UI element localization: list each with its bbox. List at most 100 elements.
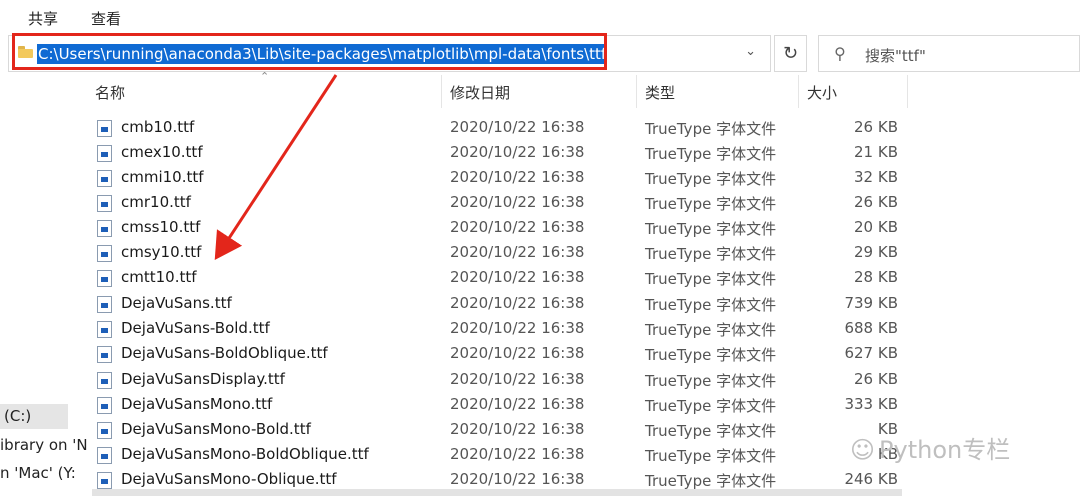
column-header-size[interactable]: 大小 <box>807 82 837 103</box>
file-row[interactable]: cmr10.ttf 2020/10/22 16:38 TrueType 字体文件… <box>93 190 913 215</box>
file-row[interactable]: cmsy10.ttf 2020/10/22 16:38 TrueType 字体文… <box>93 240 913 265</box>
search-input[interactable]: ⚲ 搜索"ttf" <box>818 35 1080 72</box>
font-file-icon <box>97 397 112 414</box>
file-type: TrueType 字体文件 <box>645 321 777 339</box>
font-file-icon <box>97 447 112 464</box>
column-separator[interactable] <box>441 75 442 108</box>
file-date: 2020/10/22 16:38 <box>450 143 585 161</box>
file-name: DejaVuSansMono.ttf <box>121 395 273 413</box>
file-row[interactable]: DejaVuSansMono.ttf 2020/10/22 16:38 True… <box>93 392 913 417</box>
file-name: DejaVuSansMono-Oblique.ttf <box>121 470 337 488</box>
file-name: cmsy10.ttf <box>121 243 202 261</box>
ribbon-tab-share[interactable]: 共享 <box>28 8 58 29</box>
refresh-button[interactable]: ↻ <box>774 35 807 72</box>
font-file-icon <box>97 422 112 439</box>
chevron-down-icon[interactable]: ⌄ <box>745 44 756 59</box>
file-row[interactable]: cmtt10.ttf 2020/10/22 16:38 TrueType 字体文… <box>93 265 913 290</box>
refresh-icon: ↻ <box>782 43 799 64</box>
column-header-date[interactable]: 修改日期 <box>450 82 510 103</box>
file-date: 2020/10/22 16:38 <box>450 420 585 438</box>
address-path[interactable]: C:\Users\running\anaconda3\Lib\site-pack… <box>37 44 608 64</box>
file-type: TrueType 字体文件 <box>645 245 777 263</box>
file-name: DejaVuSansMono-BoldOblique.ttf <box>121 445 369 463</box>
file-date: 2020/10/22 16:38 <box>450 319 585 337</box>
watermark-text: Python专栏 <box>879 436 1011 464</box>
ribbon-tab-view[interactable]: 查看 <box>91 8 121 29</box>
file-size: 21 KB <box>854 143 898 161</box>
column-separator[interactable] <box>907 75 908 108</box>
nav-item-network-library[interactable]: ibrary on 'N <box>0 436 88 454</box>
file-date: 2020/10/22 16:38 <box>450 243 585 261</box>
file-type: TrueType 字体文件 <box>645 145 777 163</box>
file-name: cmmi10.ttf <box>121 168 204 186</box>
file-size: 26 KB <box>854 118 898 136</box>
watermark: ☺ Python专栏 <box>850 430 1010 465</box>
file-type: TrueType 字体文件 <box>645 346 777 364</box>
file-size: 688 KB <box>844 319 898 337</box>
font-file-icon <box>97 270 112 287</box>
font-file-icon <box>97 472 112 489</box>
file-row[interactable]: DejaVuSans-BoldOblique.ttf 2020/10/22 16… <box>93 341 913 366</box>
sort-ascending-icon: ⌃ <box>260 70 270 83</box>
file-row[interactable]: DejaVuSansMono-BoldOblique.ttf 2020/10/2… <box>93 442 913 467</box>
file-row[interactable]: DejaVuSans-Bold.ttf 2020/10/22 16:38 Tru… <box>93 316 913 341</box>
column-header-type[interactable]: 类型 <box>645 82 675 103</box>
column-header-name[interactable]: 名称 <box>95 82 125 103</box>
search-icon: ⚲ <box>834 44 846 63</box>
file-row[interactable]: DejaVuSansDisplay.ttf 2020/10/22 16:38 T… <box>93 367 913 392</box>
file-size: 246 KB <box>844 470 898 488</box>
navigation-pane: (C:) ibrary on 'N n 'Mac' (Y: <box>0 72 88 496</box>
file-row[interactable]: cmb10.ttf 2020/10/22 16:38 TrueType 字体文件… <box>93 115 913 140</box>
file-type: TrueType 字体文件 <box>645 170 777 188</box>
file-type: TrueType 字体文件 <box>645 472 777 490</box>
file-name: cmss10.ttf <box>121 218 201 236</box>
file-size: 20 KB <box>854 218 898 236</box>
file-row[interactable]: cmex10.ttf 2020/10/22 16:38 TrueType 字体文… <box>93 140 913 165</box>
font-file-icon <box>97 195 112 212</box>
file-type: TrueType 字体文件 <box>645 422 777 440</box>
file-row[interactable]: cmss10.ttf 2020/10/22 16:38 TrueType 字体文… <box>93 215 913 240</box>
file-size: 29 KB <box>854 243 898 261</box>
font-file-icon <box>97 145 112 162</box>
file-date: 2020/10/22 16:38 <box>450 168 585 186</box>
file-date: 2020/10/22 16:38 <box>450 294 585 312</box>
file-date: 2020/10/22 16:38 <box>450 470 585 488</box>
file-date: 2020/10/22 16:38 <box>450 193 585 211</box>
font-file-icon <box>97 296 112 313</box>
search-placeholder: 搜索"ttf" <box>865 47 926 65</box>
file-size: 26 KB <box>854 193 898 211</box>
file-date: 2020/10/22 16:38 <box>450 344 585 362</box>
file-date: 2020/10/22 16:38 <box>450 445 585 463</box>
file-row[interactable]: DejaVuSans.ttf 2020/10/22 16:38 TrueType… <box>93 291 913 316</box>
file-type: TrueType 字体文件 <box>645 447 777 465</box>
font-file-icon <box>97 245 112 262</box>
file-size: 26 KB <box>854 370 898 388</box>
font-file-icon <box>97 120 112 137</box>
file-row[interactable]: cmmi10.ttf 2020/10/22 16:38 TrueType 字体文… <box>93 165 913 190</box>
file-name: cmr10.ttf <box>121 193 191 211</box>
file-name: DejaVuSans-BoldOblique.ttf <box>121 344 328 362</box>
file-date: 2020/10/22 16:38 <box>450 268 585 286</box>
file-type: TrueType 字体文件 <box>645 397 777 415</box>
file-date: 2020/10/22 16:38 <box>450 370 585 388</box>
file-type: TrueType 字体文件 <box>645 220 777 238</box>
file-type: TrueType 字体文件 <box>645 120 777 138</box>
address-bar[interactable]: C:\Users\running\anaconda3\Lib\site-pack… <box>8 35 771 72</box>
file-type: TrueType 字体文件 <box>645 270 777 288</box>
font-file-icon <box>97 220 112 237</box>
font-file-icon <box>97 372 112 389</box>
folder-icon <box>18 46 33 58</box>
column-separator[interactable] <box>636 75 637 108</box>
file-date: 2020/10/22 16:38 <box>450 218 585 236</box>
nav-item-mac-drive[interactable]: n 'Mac' (Y: <box>0 464 76 482</box>
file-date: 2020/10/22 16:38 <box>450 395 585 413</box>
column-separator[interactable] <box>798 75 799 108</box>
nav-item-drive-c[interactable]: (C:) <box>0 404 68 429</box>
file-name: cmb10.ttf <box>121 118 195 136</box>
file-size: 333 KB <box>844 395 898 413</box>
file-row[interactable]: DejaVuSansMono-Bold.ttf 2020/10/22 16:38… <box>93 417 913 442</box>
file-name: DejaVuSansMono-Bold.ttf <box>121 420 311 438</box>
file-name: cmex10.ttf <box>121 143 203 161</box>
file-type: TrueType 字体文件 <box>645 195 777 213</box>
horizontal-scrollbar[interactable] <box>92 489 902 496</box>
